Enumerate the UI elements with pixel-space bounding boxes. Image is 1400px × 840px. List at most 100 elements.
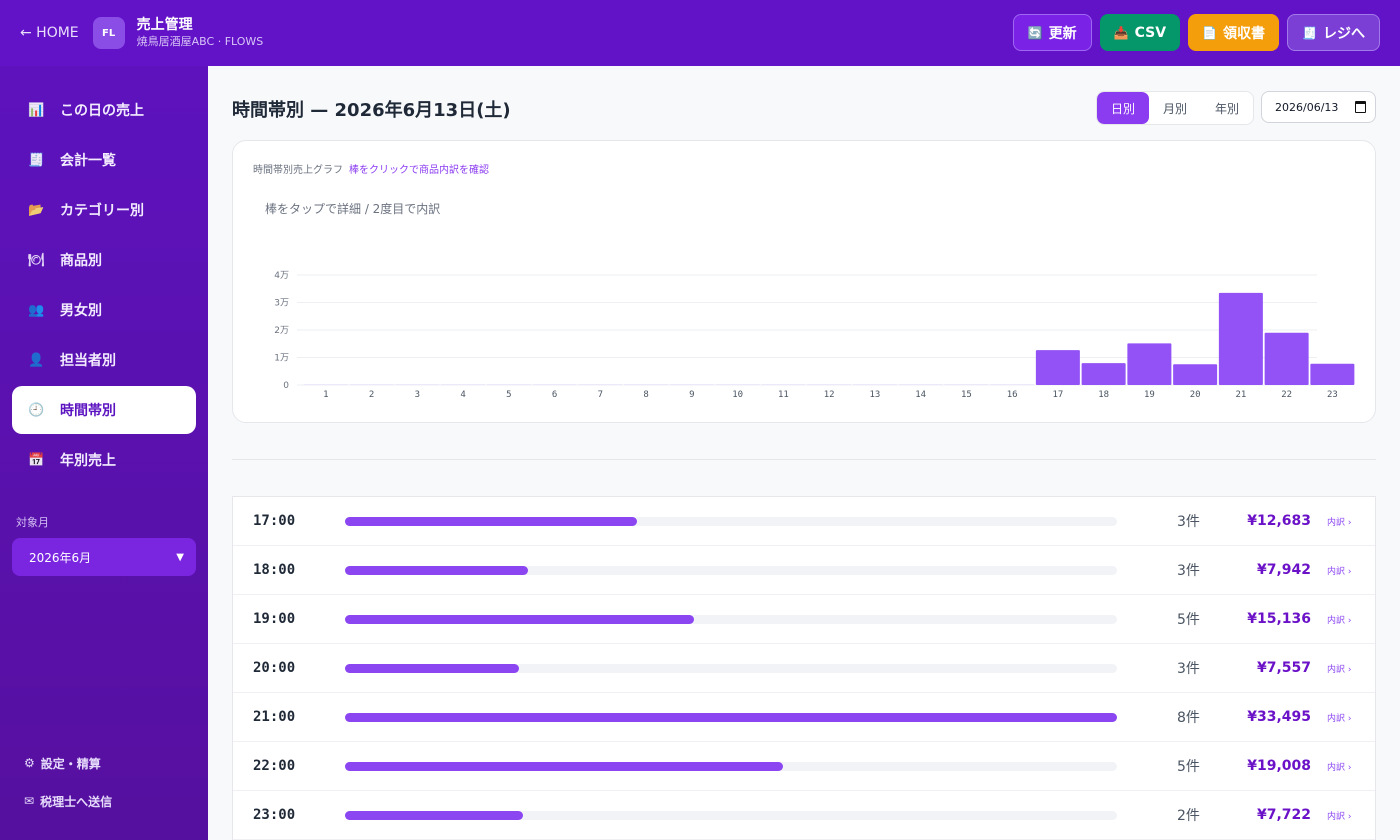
x-tick-label: 18 [1098,390,1109,400]
tab-yearly[interactable]: 年別 [1201,92,1253,124]
target-month-value: 2026年6月 [29,550,92,565]
date-picker-input[interactable]: 2026/06/13 [1261,91,1376,123]
tab-monthly[interactable]: 月別 [1149,92,1201,124]
sales-bar-fill [345,565,529,575]
top-bar: ← HOME FL 売上管理 焼鳥居酒屋ABC · FLOWS 🔄 更新 📥 C… [0,0,1400,66]
register-label: レジへ [1323,25,1365,42]
bar-hour-12 [807,384,852,385]
x-tick-label: 20 [1190,390,1201,400]
home-link[interactable]: ← HOME [20,25,79,41]
hourly-sales-chart-card: 時間帯別売上グラフ 棒をクリックで商品内訳を確認 棒をタップで詳細 / 2度目で内… [232,140,1376,423]
breakdown-link[interactable]: 内訳 › [1327,711,1351,724]
hour-label: 23:00 [253,807,296,823]
y-tick-label: 1万 [274,354,289,364]
bar-hour-21[interactable] [1218,292,1263,385]
sidebar-footer: ⚙ 設定・精算 ✉ 税理士へ送信 [0,744,208,840]
transaction-count: 3件 [1177,514,1200,530]
download-tray-icon: 📥 [1113,25,1129,40]
x-tick-label: 19 [1144,390,1155,400]
bar-hour-5 [486,384,531,385]
hour-row[interactable]: 17:00 3件 ¥12,683 内訳 › [233,497,1375,546]
receipt-button[interactable]: 📄 領収書 [1188,14,1280,51]
sidebar-item-by-staff[interactable]: 👤 担当者別 [12,336,196,384]
bar-hour-18[interactable] [1081,363,1126,385]
sales-amount: ¥7,942 [1256,562,1311,578]
transaction-count: 3件 [1177,563,1200,579]
go-to-register-button[interactable]: 🧾 レジへ [1287,14,1380,51]
bar-hour-22[interactable] [1264,332,1309,385]
csv-export-button[interactable]: 📥 CSV [1099,14,1181,51]
title-block: 売上管理 焼鳥居酒屋ABC · FLOWS [137,17,264,49]
sales-bar-track [345,810,1117,820]
x-tick-label: 22 [1281,390,1292,400]
sidebar-item-yearly-sales[interactable]: 📅 年別売上 [12,436,196,484]
sidebar-item-label: 年別売上 [60,453,116,469]
sales-amount: ¥12,683 [1247,513,1311,529]
sidebar: 📊 この日の売上 🧾 会計一覧 📂 カテゴリー別 🍽 商品別 👥 男女別 👤 担当者別 🕘 時間帯別 📅 年別… [0,66,208,840]
breakdown-link[interactable]: 内訳 › [1327,662,1351,675]
breakdown-link[interactable]: 内訳 › [1327,809,1351,822]
hour-row[interactable]: 21:00 8件 ¥33,495 内訳 › [233,693,1375,742]
sidebar-item-transactions[interactable]: 🧾 会計一覧 [12,136,196,184]
sales-bar-track [345,565,1117,575]
tab-daily[interactable]: 日別 [1097,92,1149,124]
bar-hour-2 [349,384,394,385]
breakdown-link[interactable]: 内訳 › [1327,515,1351,528]
sidebar-item-by-gender[interactable]: 👥 男女別 [12,286,196,334]
sidebar-item-label: 担当者別 [60,353,116,369]
send-to-accountant-link[interactable]: ✉ 税理士へ送信 [0,782,208,820]
hour-row[interactable]: 22:00 5件 ¥19,008 内訳 › [233,742,1375,791]
sidebar-item-by-product[interactable]: 🍽 商品別 [12,236,196,284]
bar-hour-3 [395,384,440,385]
bar-hour-15 [944,384,989,385]
transaction-count: 3件 [1177,661,1200,677]
x-tick-label: 9 [689,390,694,400]
target-month-select[interactable]: 2026年6月 ▼ [12,538,196,576]
divider [232,459,1376,460]
clock-icon: 🕘 [28,402,45,418]
sales-bar-track [345,614,1117,624]
x-tick-label: 13 [869,390,880,400]
sales-amount: ¥7,722 [1256,807,1311,823]
sidebar-item-label: この日の売上 [60,103,144,119]
sidebar-item-daily-sales[interactable]: 📊 この日の売上 [12,86,196,134]
hour-row[interactable]: 18:00 3件 ¥7,942 内訳 › [233,546,1375,595]
sales-bar-track [345,712,1117,722]
sales-bar-fill [345,810,523,820]
bar-hour-19[interactable] [1127,343,1172,385]
period-tabs: 日別 月別 年別 [1096,91,1254,125]
refresh-label: 更新 [1048,25,1077,42]
hour-row[interactable]: 19:00 5件 ¥15,136 内訳 › [233,595,1375,644]
sidebar-item-label: 商品別 [60,253,102,269]
transaction-count: 5件 [1177,612,1200,628]
sales-bar-track [345,761,1117,771]
breakdown-link[interactable]: 内訳 › [1327,564,1351,577]
hour-row[interactable]: 23:00 2件 ¥7,722 内訳 › [233,791,1375,840]
bar-hour-6 [532,384,577,385]
hour-row[interactable]: 20:00 3件 ¥7,557 内訳 › [233,644,1375,693]
y-tick-label: 3万 [274,299,289,309]
bar-hour-23[interactable] [1310,363,1355,385]
bar-hour-20[interactable] [1173,364,1218,385]
settings-link[interactable]: ⚙ 設定・精算 [0,744,208,782]
sidebar-item-label: カテゴリー別 [60,203,144,219]
bar-hour-17[interactable] [1035,350,1080,385]
bar-hour-16 [990,384,1035,385]
x-tick-label: 8 [643,390,648,400]
send-to-accountant-label: 税理士へ送信 [40,794,113,809]
sidebar-item-label: 時間帯別 [60,403,116,419]
person-icon: 👤 [28,352,45,368]
csv-label: CSV [1134,24,1167,41]
sidebar-item-by-category[interactable]: 📂 カテゴリー別 [12,186,196,234]
x-tick-label: 11 [778,390,789,400]
breakdown-link[interactable]: 内訳 › [1327,613,1351,626]
hour-label: 20:00 [253,660,296,676]
calendar-icon[interactable] [1355,101,1366,113]
x-tick-label: 5 [506,390,511,400]
refresh-button[interactable]: 🔄 更新 [1012,14,1092,51]
app-logo: FL [92,17,125,49]
people-icon: 👥 [28,302,45,318]
bar-hour-7 [578,384,623,385]
breakdown-link[interactable]: 内訳 › [1327,760,1351,773]
sidebar-item-by-time[interactable]: 🕘 時間帯別 [12,386,196,434]
